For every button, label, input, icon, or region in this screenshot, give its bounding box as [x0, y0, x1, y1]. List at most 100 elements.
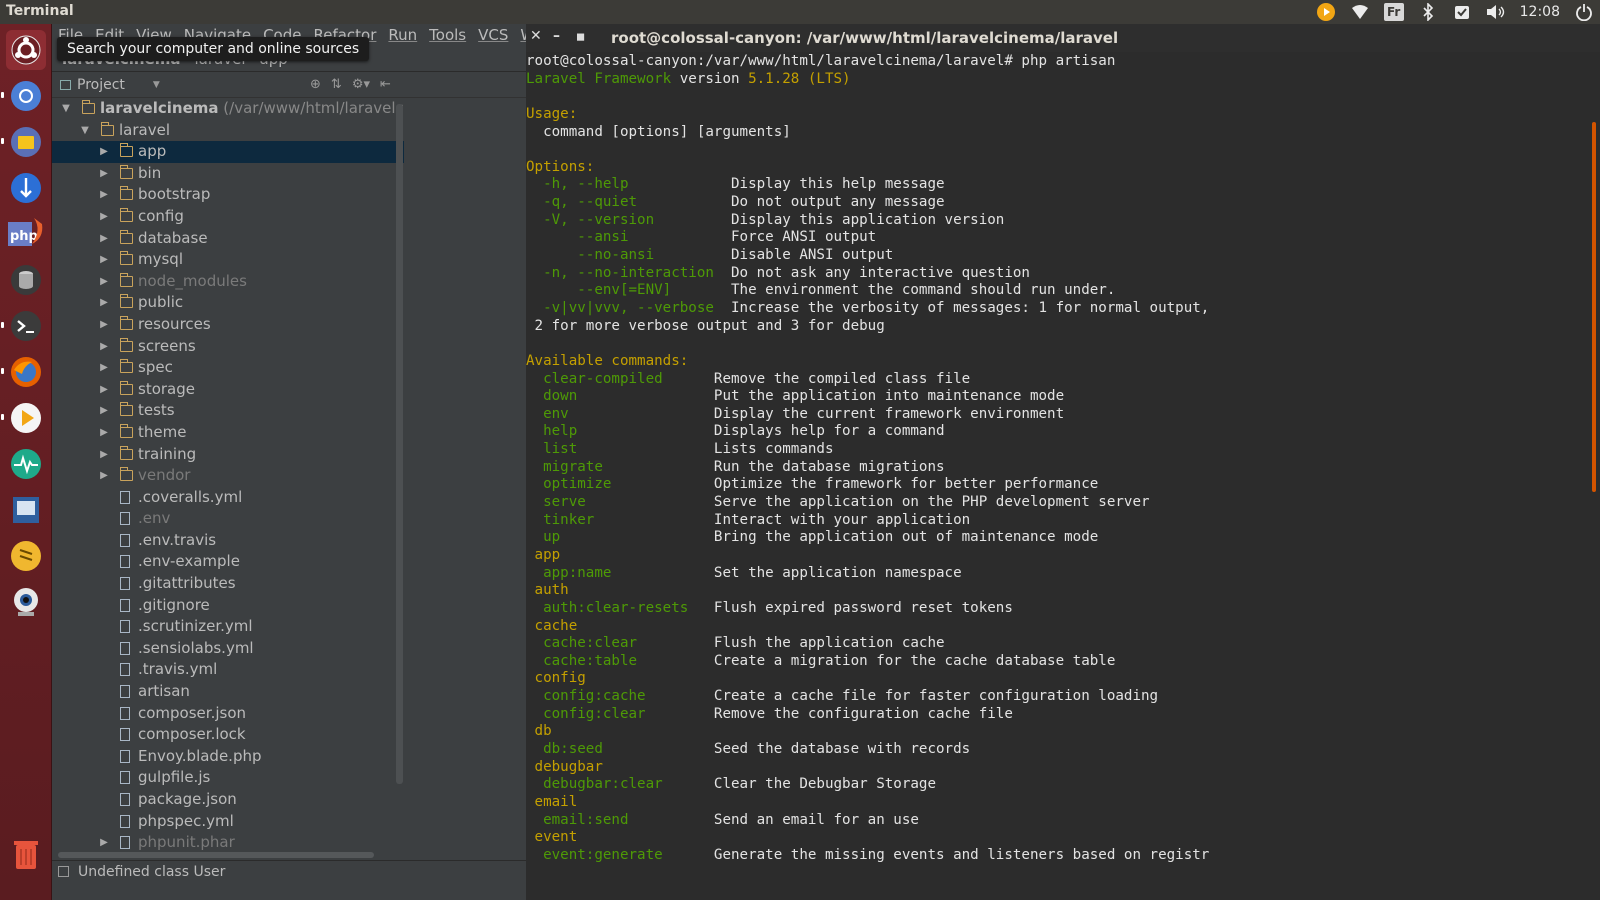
tree-folder[interactable]: ▶ bootstrap: [52, 184, 404, 206]
collapse-arrow-icon[interactable]: ▶: [98, 271, 110, 293]
media-player-icon[interactable]: [6, 398, 46, 438]
tree-file[interactable]: .sensiolabs.yml: [52, 638, 404, 660]
tree-file[interactable]: Envoy.blade.php: [52, 746, 404, 768]
bluetooth-icon[interactable]: [1418, 2, 1438, 22]
media-indicator-icon[interactable]: [1316, 2, 1336, 22]
tree-folder[interactable]: ▶ screens: [52, 336, 404, 358]
tree-file[interactable]: artisan: [52, 681, 404, 703]
tree-file[interactable]: ▶ phpunit.phar: [52, 832, 404, 854]
webcam-icon[interactable]: [6, 582, 46, 622]
firefox-icon[interactable]: [6, 352, 46, 392]
terminal-text: Disable ANSI output: [731, 247, 894, 264]
tree-folder[interactable]: ▶ database: [52, 228, 404, 250]
files-icon[interactable]: [6, 122, 46, 162]
system-monitor-icon[interactable]: [6, 444, 46, 484]
update-notifier-icon[interactable]: [1452, 2, 1472, 22]
terminal-line: debugbar:clear Clear the Debugbar Storag…: [526, 776, 1588, 794]
tree-file[interactable]: .env.travis: [52, 530, 404, 552]
collapse-arrow-icon[interactable]: ▶: [98, 141, 110, 163]
collapse-arrow-icon[interactable]: ▶: [98, 292, 110, 314]
keyboard-layout-indicator[interactable]: Fr: [1383, 3, 1404, 21]
sublime-icon[interactable]: [6, 536, 46, 576]
database-icon[interactable]: [6, 260, 46, 300]
terminal-line: event:generate Generate the missing even…: [526, 847, 1588, 865]
tree-file[interactable]: .env-example: [52, 551, 404, 573]
clock[interactable]: 12:08: [1520, 4, 1560, 20]
tree-file[interactable]: package.json: [52, 789, 404, 811]
tree-folder[interactable]: ▼ laravel: [52, 120, 404, 142]
terminal-scrollbar-thumb[interactable]: [1592, 122, 1596, 492]
project-tree-vertical-scrollbar[interactable]: [396, 104, 403, 784]
collapse-arrow-icon[interactable]: ▶: [98, 357, 110, 379]
wifi-icon[interactable]: [1350, 2, 1370, 22]
tree-folder[interactable]: ▶ spec: [52, 357, 404, 379]
tree-folder[interactable]: ▶ tests: [52, 400, 404, 422]
terminal-icon[interactable]: [6, 306, 46, 346]
tree-folder[interactable]: ▶ config: [52, 206, 404, 228]
expand-arrow-icon[interactable]: ▼: [79, 120, 91, 142]
volume-icon[interactable]: [1486, 2, 1506, 22]
tree-file[interactable]: phpspec.yml: [52, 811, 404, 833]
tree-item-label: Envoy.blade.php: [138, 746, 262, 765]
collapse-arrow-icon[interactable]: ▶: [98, 249, 110, 271]
filezilla-icon[interactable]: [6, 168, 46, 208]
chromium-icon[interactable]: [6, 76, 46, 116]
terminal-text: Interact with your application: [713, 511, 971, 528]
tree-file[interactable]: .gitignore: [52, 595, 404, 617]
tree-folder[interactable]: ▶ training: [52, 444, 404, 466]
menu-vcs[interactable]: VCS: [478, 26, 508, 44]
gear-icon[interactable]: ⚙▾: [352, 77, 370, 92]
collapse-arrow-icon[interactable]: ▶: [98, 206, 110, 228]
presentation-icon[interactable]: [6, 490, 46, 530]
collapse-arrow-icon[interactable]: ▶: [98, 336, 110, 358]
tree-folder[interactable]: ▶ theme: [52, 422, 404, 444]
tree-file[interactable]: composer.lock: [52, 724, 404, 746]
collapse-arrow-icon[interactable]: ▶: [98, 379, 110, 401]
collapse-arrow-icon[interactable]: ▶: [98, 184, 110, 206]
scroll-from-source-icon[interactable]: ⊕: [310, 77, 321, 92]
tree-file[interactable]: .travis.yml: [52, 659, 404, 681]
tree-file[interactable]: .coveralls.yml: [52, 487, 404, 509]
collapse-arrow-icon[interactable]: ▶: [98, 465, 110, 487]
chevron-down-icon[interactable]: ▼: [153, 80, 160, 90]
project-tree-horizontal-scrollbar[interactable]: [58, 852, 374, 858]
tree-file[interactable]: .env: [52, 508, 404, 530]
tree-file[interactable]: gulpfile.js: [52, 767, 404, 789]
tree-folder[interactable]: ▶ storage: [52, 379, 404, 401]
collapse-all-icon[interactable]: ⇅: [331, 77, 342, 92]
trash-icon[interactable]: [6, 834, 46, 874]
collapse-arrow-icon[interactable]: ▶: [98, 444, 110, 466]
tree-folder[interactable]: ▶ bin: [52, 163, 404, 185]
project-view-selector[interactable]: Project: [77, 77, 125, 93]
tree-folder[interactable]: ▶ public: [52, 292, 404, 314]
collapse-arrow-icon[interactable]: ▶: [98, 400, 110, 422]
expand-arrow-icon[interactable]: ▼: [60, 98, 72, 120]
tree-folder[interactable]: ▶ vendor: [52, 465, 404, 487]
power-icon[interactable]: [1574, 2, 1594, 22]
maximize-icon[interactable]: ◼: [576, 30, 585, 43]
tree-folder[interactable]: ▶ mysql: [52, 249, 404, 271]
collapse-arrow-icon[interactable]: ▶: [98, 228, 110, 250]
minimize-icon[interactable]: –: [553, 28, 560, 44]
collapse-arrow-icon[interactable]: ▶: [98, 163, 110, 185]
tool-windows-icon[interactable]: [58, 866, 69, 877]
tree-folder[interactable]: ▶ node_modules: [52, 271, 404, 293]
collapse-arrow-icon[interactable]: ▶: [98, 832, 110, 854]
terminal-output[interactable]: root@colossal-canyon:/var/www/html/larav…: [526, 52, 1588, 900]
menu-run[interactable]: Run: [388, 26, 417, 44]
menu-tools[interactable]: Tools: [429, 26, 466, 44]
tree-file[interactable]: .gitattributes: [52, 573, 404, 595]
collapse-arrow-icon[interactable]: ▶: [98, 422, 110, 444]
terminal-scrollbar[interactable]: [1588, 52, 1600, 900]
close-icon[interactable]: ✕: [530, 28, 542, 44]
phpstorm-icon[interactable]: php: [6, 214, 46, 254]
tree-item-label: screens: [138, 336, 196, 355]
tree-file[interactable]: .scrutinizer.yml: [52, 616, 404, 638]
dash-home-icon[interactable]: [6, 30, 46, 70]
tree-file[interactable]: composer.json: [52, 703, 404, 725]
collapse-arrow-icon[interactable]: ▶: [98, 314, 110, 336]
tree-folder[interactable]: ▶ app: [52, 141, 404, 163]
hide-panel-icon[interactable]: ⇤: [380, 77, 391, 92]
tree-folder[interactable]: ▶ resources: [52, 314, 404, 336]
tree-folder[interactable]: ▼ laravelcinema (/var/www/html/laravelcin…: [52, 98, 404, 120]
